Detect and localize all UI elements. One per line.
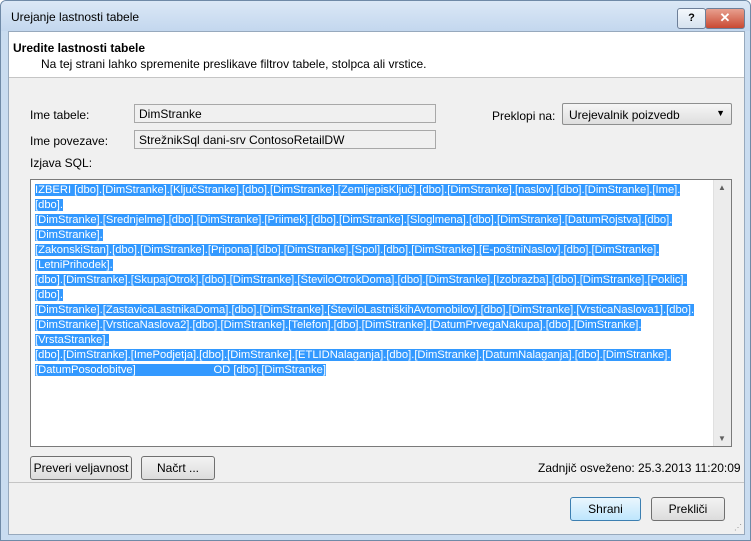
header-title: Uredite lastnosti tabele (13, 41, 146, 55)
connection-name-field[interactable]: StrežnikSql dani-srv ContosoRetailDW (134, 130, 436, 149)
title-bar: Urejanje lastnosti tabele ? ✕ (1, 1, 750, 31)
switch-to-value: Urejevalnik poizvedb (569, 108, 680, 122)
design-button[interactable]: Načrt ... (141, 456, 215, 480)
table-name-field[interactable]: DimStranke (134, 104, 436, 123)
sql-text: IZBERI [dbo].[DimStranke].[KljučStranke]… (35, 183, 707, 378)
table-name-label: Ime tabele: (30, 108, 90, 122)
sql-line: [ZakonskiStan].[dbo].[DimStranke].[Pripo… (35, 244, 660, 271)
save-button[interactable]: Shrani (570, 497, 641, 521)
cancel-button[interactable]: Prekliči (651, 497, 725, 521)
sql-statement-label: Izjava SQL: (30, 156, 93, 170)
last-refreshed-status: Zadnjič osveženo: 25.3.2013 11:20:09 (538, 461, 741, 475)
sql-line: [dbo].[DimStranke].[ImePodjetja].[dbo].[… (35, 349, 671, 361)
footer-divider (9, 482, 744, 483)
sql-line: [dbo].[DimStranke].[SkupajOtrok].[dbo].[… (35, 274, 687, 301)
sql-line: [DatumPosodobitve] OD [dbo].[DimStranke] (35, 364, 326, 376)
connection-name-label: Ime povezave: (30, 134, 109, 148)
switch-to-dropdown[interactable]: Urejevalnik poizvedb ▼ (562, 103, 732, 125)
validate-button[interactable]: Preveri veljavnost (30, 456, 132, 480)
switch-to-label: Preklopi na: (492, 109, 556, 123)
sql-line: IZBERI [dbo].[DimStranke].[KljučStranke]… (35, 184, 681, 211)
resize-grip-icon[interactable]: ⋰ (734, 523, 742, 532)
sql-line: [DimStranke].[VrsticaNaslova2].[dbo].[Di… (35, 319, 642, 346)
help-button[interactable]: ? (677, 8, 706, 29)
sql-line: [DimStranke].[ZastavicaLastnikaDoma].[db… (35, 304, 695, 316)
dialog-window: Urejanje lastnosti tabele ? ✕ Uredite la… (0, 0, 751, 541)
window-title: Urejanje lastnosti tabele (11, 10, 140, 24)
dialog-header: Uredite lastnosti tabele Na tej strani l… (9, 32, 744, 78)
close-button[interactable]: ✕ (705, 8, 745, 29)
scroll-up-icon[interactable]: ▲ (718, 183, 726, 192)
sql-line: [DimStranke].[Srednjelme].[dbo].[DimStra… (35, 214, 673, 241)
sql-statement-editor[interactable]: IZBERI [dbo].[DimStranke].[KljučStranke]… (30, 179, 732, 447)
dialog-body: Uredite lastnosti tabele Na tej strani l… (8, 31, 745, 535)
header-description: Na tej strani lahko spremenite preslikav… (41, 57, 427, 71)
chevron-down-icon: ▼ (716, 108, 725, 118)
scroll-down-icon[interactable]: ▼ (718, 434, 726, 443)
sql-vertical-scrollbar[interactable]: ▲ ▼ (713, 180, 731, 446)
